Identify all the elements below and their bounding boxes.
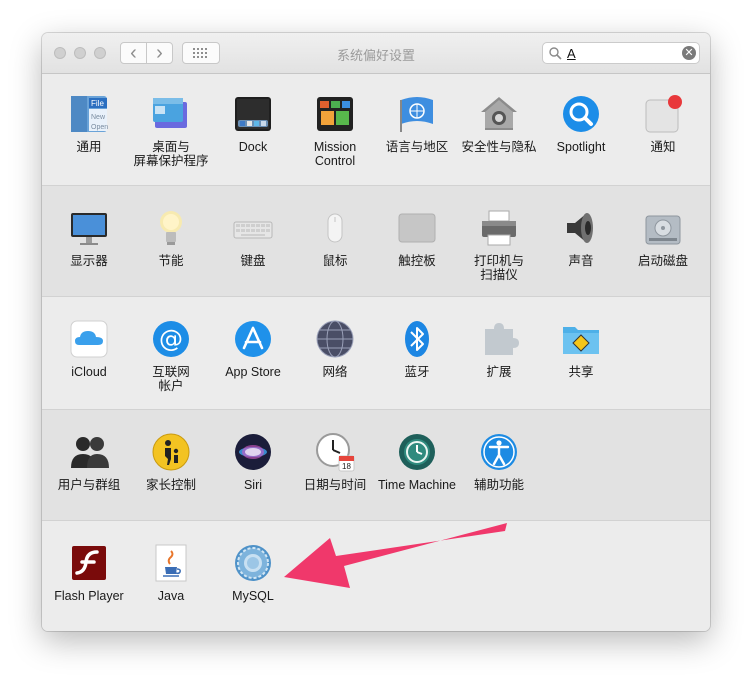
annotation-arrow — [284, 523, 507, 588]
